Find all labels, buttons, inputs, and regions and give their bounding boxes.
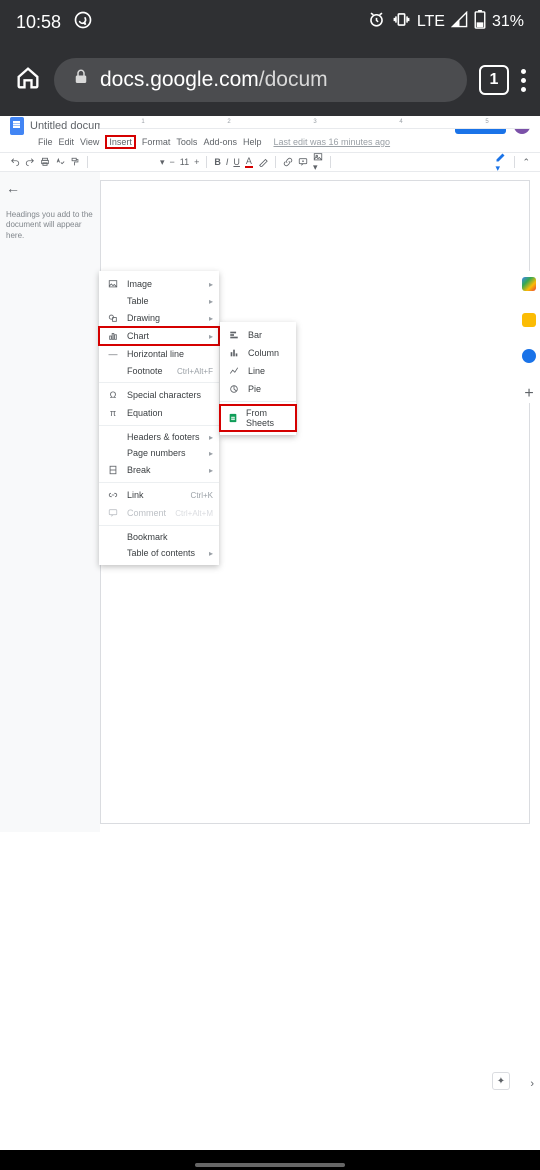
- redo-icon[interactable]: [25, 157, 35, 167]
- pi-icon: π: [107, 407, 119, 419]
- menu-view[interactable]: View: [80, 137, 99, 147]
- nav-pill[interactable]: [195, 1163, 345, 1167]
- bold-icon[interactable]: B: [214, 157, 221, 167]
- editing-mode-icon[interactable]: ▾: [495, 152, 507, 172]
- keep-icon[interactable]: [522, 313, 536, 327]
- paint-format-icon[interactable]: [70, 157, 80, 167]
- omega-icon: Ω: [107, 389, 119, 401]
- outline-hint-text: Headings you add to the document will ap…: [6, 210, 94, 241]
- horizontal-ruler[interactable]: 1 2 3 4 5: [100, 116, 530, 129]
- chart-line-item[interactable]: Line: [220, 362, 296, 380]
- link-icon: [107, 489, 119, 501]
- spellcheck-icon[interactable]: [55, 157, 65, 167]
- chart-column-item[interactable]: Column: [220, 344, 296, 362]
- side-panel: +: [518, 271, 540, 403]
- vibrate-icon: [392, 10, 411, 34]
- insert-comment-item: CommentCtrl+Alt+M: [99, 504, 219, 522]
- image-icon: [107, 278, 119, 290]
- calendar-icon[interactable]: [522, 277, 536, 291]
- font-size-minus[interactable]: −: [170, 157, 175, 167]
- chart-bar-item[interactable]: Bar: [220, 326, 296, 344]
- insert-image-icon[interactable]: ▾: [313, 152, 323, 172]
- undo-icon[interactable]: [10, 157, 20, 167]
- menu-help[interactable]: Help: [243, 137, 262, 147]
- add-comment-icon[interactable]: [298, 157, 308, 167]
- hline-icon: —: [107, 348, 119, 360]
- chart-icon: [107, 330, 119, 342]
- text-color-icon[interactable]: A: [245, 156, 253, 168]
- home-icon[interactable]: [14, 64, 42, 97]
- battery-icon: [474, 10, 486, 34]
- url-bar[interactable]: docs.google.com/docum: [54, 58, 467, 102]
- column-chart-icon: [228, 347, 240, 359]
- insert-pagenum-item[interactable]: Page numbers▸: [99, 445, 219, 461]
- insert-bookmark-item[interactable]: Bookmark: [99, 529, 219, 545]
- insert-link-item[interactable]: LinkCtrl+K: [99, 486, 219, 504]
- insert-footnote-item[interactable]: FootnoteCtrl+Alt+F: [99, 363, 219, 379]
- signal-icon: [451, 11, 468, 33]
- menu-file[interactable]: File: [38, 137, 53, 147]
- insert-link-icon[interactable]: [283, 157, 293, 167]
- whatsapp-icon: [73, 10, 93, 35]
- italic-icon[interactable]: I: [226, 157, 229, 167]
- print-icon[interactable]: [40, 157, 50, 167]
- underline-icon[interactable]: U: [233, 157, 240, 167]
- insert-image-item[interactable]: Image▸: [99, 275, 219, 293]
- alarm-icon: [367, 10, 386, 34]
- chart-from-sheets-item[interactable]: From Sheets: [220, 405, 296, 431]
- show-side-panel-icon[interactable]: ›: [530, 1078, 534, 1090]
- add-addon-icon[interactable]: +: [524, 385, 533, 403]
- document-outline-pane: ← Headings you add to the document will …: [0, 172, 100, 832]
- google-docs-frame: Untitled document ☆ Share A File Edit Vi…: [0, 116, 540, 1150]
- insert-break-item[interactable]: Break▸: [99, 461, 219, 479]
- comment-icon: [107, 507, 119, 519]
- bar-chart-icon: [228, 329, 240, 341]
- chart-pie-item[interactable]: Pie: [220, 380, 296, 398]
- pie-chart-icon: [228, 383, 240, 395]
- line-chart-icon: [228, 365, 240, 377]
- tasks-icon[interactable]: [522, 349, 536, 363]
- network-label: LTE: [417, 13, 445, 31]
- lock-icon: [72, 68, 90, 92]
- insert-equation-item[interactable]: πEquation: [99, 404, 219, 422]
- insert-chart-item[interactable]: Chart▸: [99, 327, 219, 345]
- sheets-icon: [228, 412, 238, 424]
- docs-toolbar: ▾ − 11 + B I U A ▾ ▾ ⌃: [0, 152, 540, 172]
- url-host: docs.google.com: [100, 68, 259, 91]
- insert-hline-item[interactable]: —Horizontal line: [99, 345, 219, 363]
- insert-table-item[interactable]: Table▸: [99, 293, 219, 309]
- insert-special-chars-item[interactable]: ΩSpecial characters: [99, 386, 219, 404]
- menu-insert[interactable]: Insert: [105, 135, 136, 149]
- insert-dropdown: Image▸ Table▸ Drawing▸ Chart▸ —Horizonta…: [99, 271, 219, 565]
- menu-tools[interactable]: Tools: [176, 137, 197, 147]
- insert-headers-item[interactable]: Headers & footers▸: [99, 429, 219, 445]
- drawing-icon: [107, 312, 119, 324]
- menu-edit[interactable]: Edit: [59, 137, 75, 147]
- font-size-plus[interactable]: +: [194, 157, 199, 167]
- browser-menu-icon[interactable]: [521, 69, 526, 92]
- android-nav-bar: [0, 1150, 540, 1170]
- chart-submenu: Bar Column Line Pie From Sheets: [220, 322, 296, 435]
- url-path: /docum: [259, 68, 328, 91]
- status-time: 10:58: [16, 12, 61, 33]
- menu-addons[interactable]: Add-ons: [203, 137, 237, 147]
- explore-button[interactable]: ✦: [492, 1072, 510, 1090]
- last-edit-link[interactable]: Last edit was 16 minutes ago: [273, 137, 390, 147]
- menu-format[interactable]: Format: [142, 137, 171, 147]
- battery-pct: 31%: [492, 13, 524, 31]
- font-size-value[interactable]: 11: [180, 157, 189, 167]
- tab-switcher[interactable]: 1: [479, 65, 509, 95]
- styles-dropdown[interactable]: ▾: [160, 157, 165, 168]
- google-docs-logo-icon[interactable]: [10, 117, 24, 135]
- chrome-omnibox-bar: docs.google.com/docum 1: [0, 44, 540, 116]
- collapse-toolbar-icon[interactable]: ⌃: [522, 157, 530, 168]
- break-icon: [107, 464, 119, 476]
- insert-drawing-item[interactable]: Drawing▸: [99, 309, 219, 327]
- android-status-bar: 10:58 LTE 31%: [0, 0, 540, 44]
- highlight-color-icon[interactable]: [258, 157, 268, 167]
- outline-back-icon[interactable]: ←: [6, 180, 94, 196]
- insert-toc-item[interactable]: Table of contents▸: [99, 545, 219, 561]
- docs-menubar: File Edit View Insert Format Tools Add-o…: [0, 134, 540, 152]
